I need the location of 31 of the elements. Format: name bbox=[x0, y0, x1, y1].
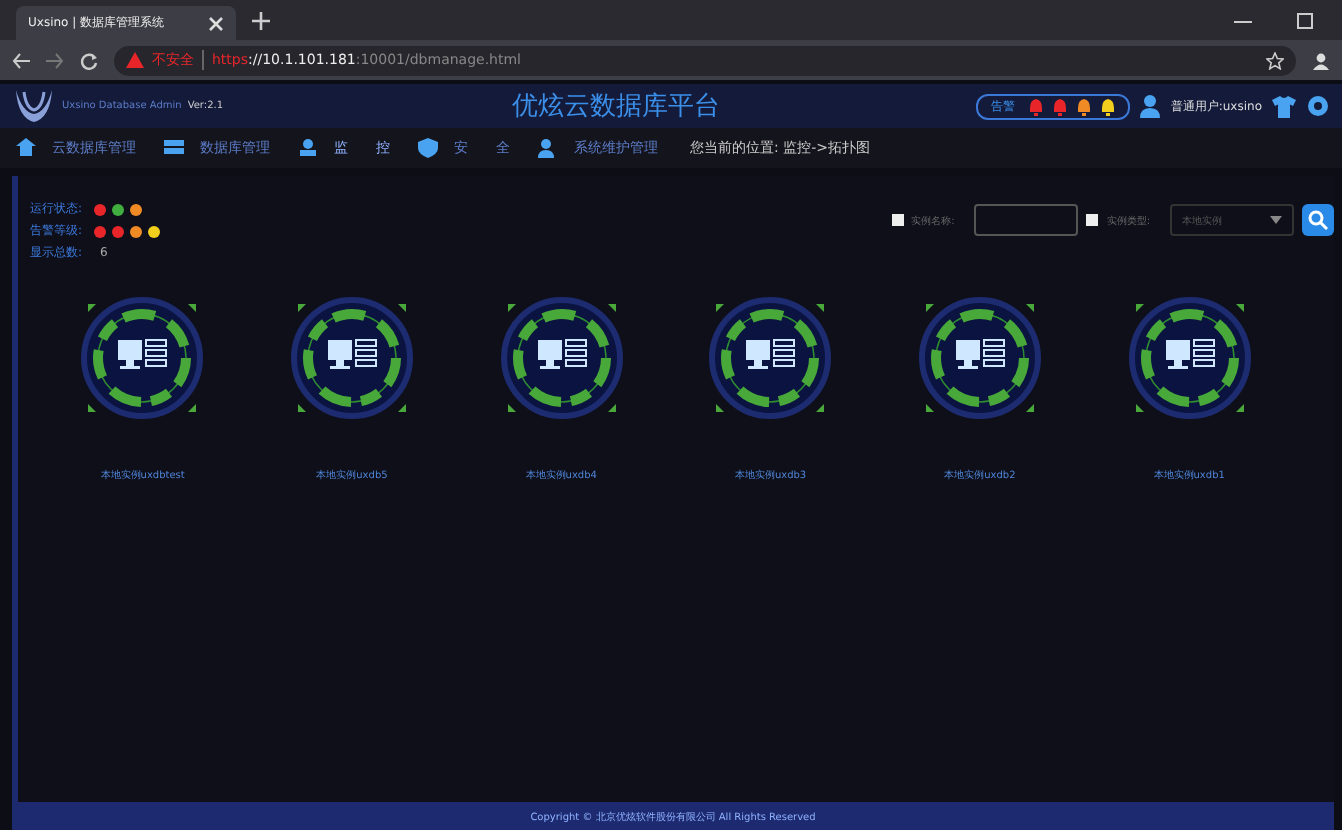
database-icon bbox=[164, 138, 184, 158]
maximize-icon[interactable] bbox=[1296, 11, 1314, 29]
reload-icon[interactable] bbox=[80, 51, 98, 69]
server-node-icon[interactable] bbox=[1123, 292, 1256, 424]
server-node-icon[interactable] bbox=[495, 292, 628, 424]
checkbox[interactable] bbox=[891, 214, 904, 226]
star-icon[interactable] bbox=[1266, 51, 1284, 69]
warning-icon bbox=[126, 52, 144, 68]
page-title: 优炫云数据库平台 bbox=[512, 90, 722, 124]
close-icon[interactable] bbox=[208, 15, 224, 31]
shirt-icon[interactable] bbox=[1272, 95, 1296, 117]
profile-icon[interactable] bbox=[1312, 51, 1330, 69]
user-icon bbox=[1140, 94, 1161, 118]
name-input-field[interactable] bbox=[974, 204, 1079, 236]
home-icon bbox=[16, 138, 36, 158]
server-node-icon[interactable] bbox=[76, 292, 209, 424]
back-icon[interactable] bbox=[12, 51, 30, 69]
server-node-icon[interactable] bbox=[704, 292, 837, 424]
forward-icon[interactable] bbox=[46, 51, 64, 69]
checkbox[interactable] bbox=[1086, 214, 1099, 226]
caret-icon bbox=[1270, 216, 1282, 224]
new-tab-icon[interactable] bbox=[252, 11, 270, 29]
server-node-icon[interactable] bbox=[285, 292, 418, 424]
logo-icon bbox=[12, 86, 56, 126]
settings-icon[interactable] bbox=[1306, 94, 1330, 118]
shield-icon bbox=[418, 138, 438, 158]
person-icon bbox=[538, 138, 558, 158]
search-button[interactable] bbox=[1302, 204, 1334, 236]
server-node-icon[interactable] bbox=[913, 292, 1046, 424]
search-icon bbox=[1308, 210, 1328, 230]
person-icon bbox=[298, 138, 318, 158]
